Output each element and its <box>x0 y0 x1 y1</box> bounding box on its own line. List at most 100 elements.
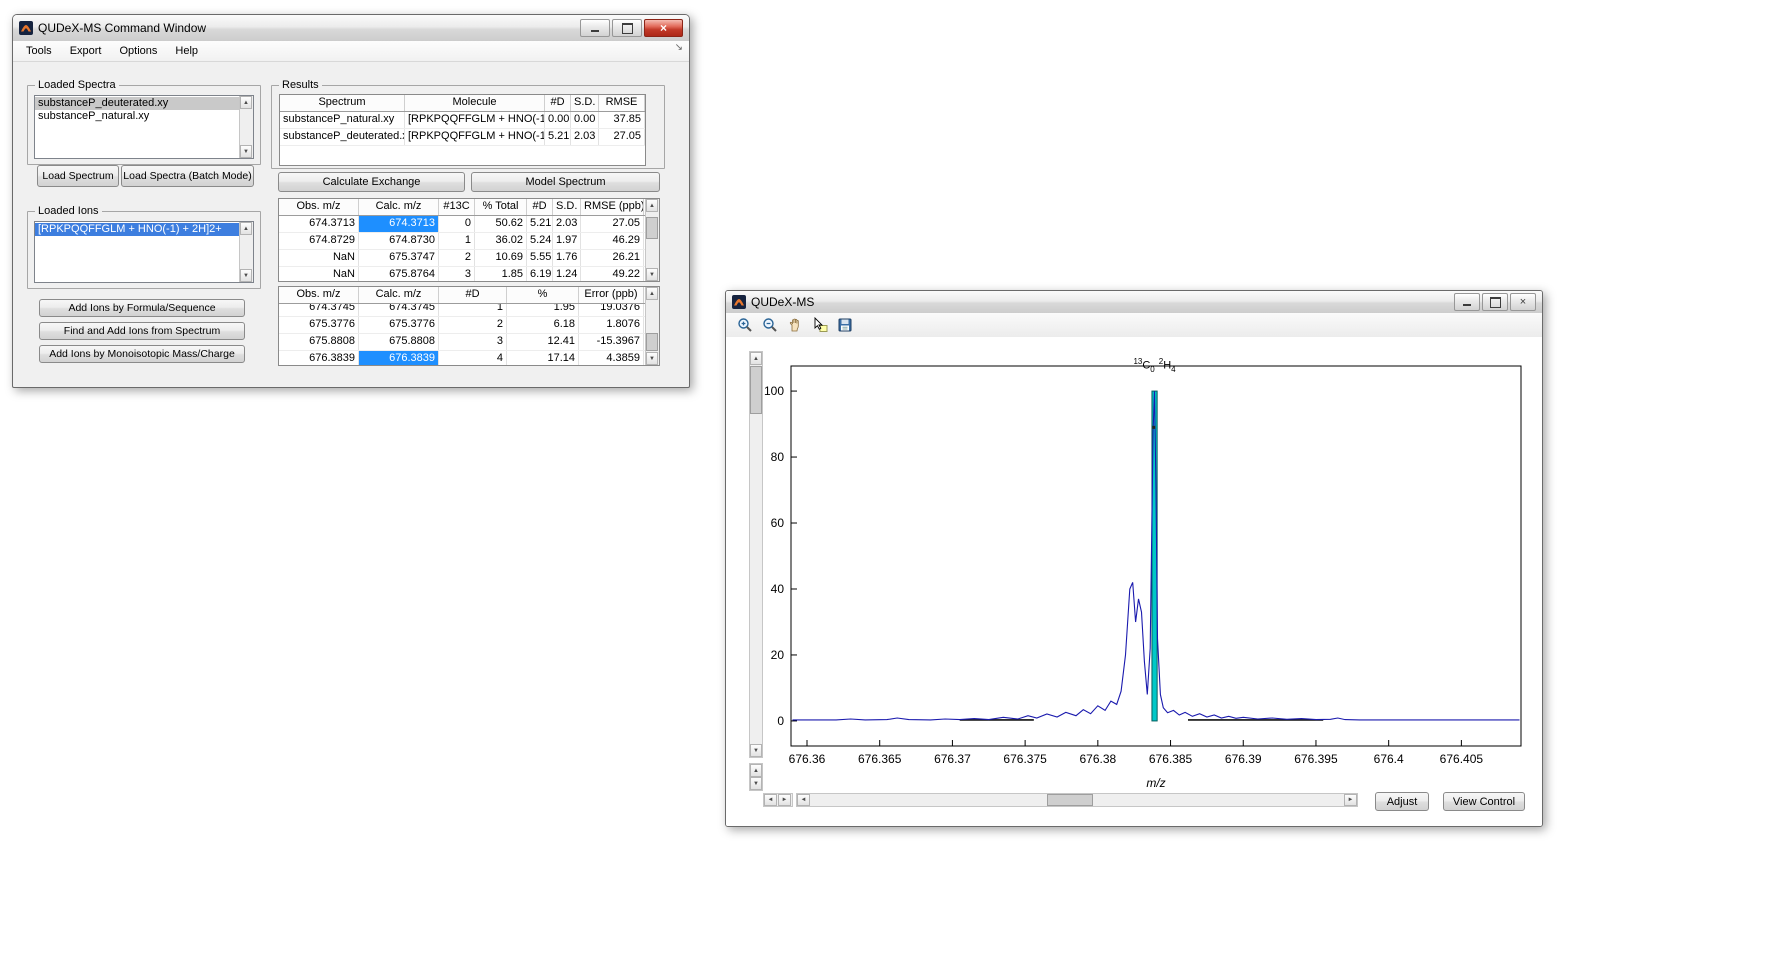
column-header[interactable]: % Total <box>475 199 527 215</box>
table-cell[interactable]: 3 <box>439 334 507 350</box>
column-header[interactable]: #D <box>439 287 507 303</box>
scroll-up-button[interactable]: ▲ <box>240 222 252 235</box>
table-cell[interactable]: NaN <box>279 267 359 281</box>
table-cell[interactable]: NaN <box>279 250 359 266</box>
maximize-button[interactable] <box>1482 293 1508 311</box>
table-cell[interactable]: 1.76 <box>553 250 581 266</box>
table-cell[interactable]: 674.8729 <box>279 233 359 249</box>
scroll-up-button[interactable]: ▲ <box>240 96 252 109</box>
column-header[interactable]: RMSE <box>599 95 645 111</box>
table-cell[interactable]: 676.3839 <box>359 351 439 365</box>
table-cell[interactable]: 0.00 <box>571 112 599 128</box>
table-cell[interactable]: substanceP_deuterated.xy <box>280 129 405 145</box>
vertical-scrollbar[interactable]: ▲ ▼ <box>239 96 253 158</box>
table-cell[interactable]: 1.8076 <box>579 317 644 333</box>
minimize-button[interactable] <box>580 19 610 37</box>
scrollbar-thumb[interactable] <box>646 217 658 239</box>
column-header[interactable]: Error (ppb) <box>579 287 644 303</box>
table-cell[interactable]: 5.55 <box>527 250 553 266</box>
pan-button[interactable] <box>784 315 806 335</box>
table-cell[interactable]: [RPKPQQFFGLM + HNO(-1) + ... <box>405 129 545 145</box>
table-cell[interactable]: 2.03 <box>553 216 581 232</box>
save-button[interactable] <box>834 315 856 335</box>
list-item[interactable]: substanceP_deuterated.xy <box>35 97 239 110</box>
menu-export[interactable]: Export <box>61 43 111 59</box>
table-cell[interactable]: 674.3713 <box>359 216 439 232</box>
zoom-in-button[interactable] <box>734 315 756 335</box>
add-ions-formula-button[interactable]: Add Ions by Formula/Sequence <box>39 299 245 317</box>
command-window-titlebar[interactable]: QUDeX-MS Command Window × <box>13 15 689 42</box>
table-cell[interactable]: -15.3967 <box>579 334 644 350</box>
scroll-left-button[interactable]: ◄ <box>797 794 810 806</box>
table-cell[interactable]: 5.24 <box>527 233 553 249</box>
table-cell[interactable]: 2 <box>439 250 475 266</box>
table-cell[interactable]: 674.8730 <box>359 233 439 249</box>
list-item[interactable]: [RPKPQQFFGLM + HNO(-1) + 2H]2+ <box>35 223 239 236</box>
menubar-dock-icon[interactable]: ↘ <box>675 42 683 53</box>
table-cell[interactable]: 4.3859 <box>579 351 644 365</box>
column-header[interactable]: S.D. <box>571 95 599 111</box>
table-cell[interactable]: 675.8808 <box>279 334 359 350</box>
menu-options[interactable]: Options <box>110 43 166 59</box>
table-cell[interactable]: 19.0376 <box>579 304 644 316</box>
column-header[interactable]: Obs. m/z <box>279 199 359 215</box>
menu-tools[interactable]: Tools <box>17 43 61 59</box>
table-cell[interactable]: 10.69 <box>475 250 527 266</box>
column-header[interactable]: #13C <box>439 199 475 215</box>
zoom-out-button[interactable] <box>759 315 781 335</box>
table-cell[interactable]: 675.8808 <box>359 334 439 350</box>
table-cell[interactable]: 4 <box>439 351 507 365</box>
table-cell[interactable]: 1.97 <box>553 233 581 249</box>
column-header[interactable]: #D <box>527 199 553 215</box>
table-cell[interactable]: 674.3745 <box>279 304 359 316</box>
scroll-down-button[interactable]: ▼ <box>240 269 252 282</box>
table-cell[interactable]: 3 <box>439 267 475 281</box>
table-cell[interactable]: 5.21 <box>545 129 571 145</box>
menu-help[interactable]: Help <box>166 43 207 59</box>
table-cell[interactable]: 26.21 <box>581 250 644 266</box>
table-cell[interactable]: substanceP_natural.xy <box>280 112 405 128</box>
table-cell[interactable]: 6.18 <box>507 317 579 333</box>
find-add-ions-button[interactable]: Find and Add Ions from Spectrum <box>39 322 245 340</box>
calculate-exchange-button[interactable]: Calculate Exchange <box>278 172 465 192</box>
column-header[interactable]: #D <box>545 95 571 111</box>
table-cell[interactable]: 2.03 <box>571 129 599 145</box>
scrollbar-thumb[interactable] <box>1047 794 1093 806</box>
model-spectrum-button[interactable]: Model Spectrum <box>471 172 660 192</box>
load-spectrum-button[interactable]: Load Spectrum <box>37 165 119 187</box>
table-cell[interactable]: 17.14 <box>507 351 579 365</box>
column-header[interactable]: Calc. m/z <box>359 199 439 215</box>
spectrum-plot[interactable]: 676.36 676.365 676.37 676.375 676.38 676.385 6… <box>756 361 1531 806</box>
add-ions-mono-button[interactable]: Add Ions by Monoisotopic Mass/Charge <box>39 345 245 363</box>
column-header[interactable]: Spectrum <box>280 95 405 111</box>
scroll-down-button[interactable]: ▼ <box>240 145 252 158</box>
table-cell[interactable]: 675.8764 <box>359 267 439 281</box>
view-control-button[interactable]: View Control <box>1443 792 1525 811</box>
table-cell[interactable]: 676.3839 <box>279 351 359 365</box>
datatip-button[interactable] <box>809 315 831 335</box>
figure-window-titlebar[interactable]: QUDeX-MS × <box>726 291 1542 314</box>
table-cell[interactable]: 1.85 <box>475 267 527 281</box>
close-button[interactable]: × <box>1510 293 1536 311</box>
minimize-button[interactable] <box>1454 293 1480 311</box>
table-cell[interactable]: 674.3713 <box>279 216 359 232</box>
column-header[interactable]: Calc. m/z <box>359 287 439 303</box>
table-cell[interactable]: 1.95 <box>507 304 579 316</box>
close-button[interactable]: × <box>644 19 683 37</box>
table-cell[interactable]: 37.85 <box>599 112 645 128</box>
vertical-scrollbar[interactable]: ▲ ▼ <box>645 287 659 365</box>
table-cell[interactable]: 6.19 <box>527 267 553 281</box>
table-cell[interactable]: 12.41 <box>507 334 579 350</box>
column-header[interactable]: % <box>507 287 579 303</box>
table-cell[interactable]: 675.3776 <box>279 317 359 333</box>
list-item[interactable]: substanceP_natural.xy <box>35 110 239 123</box>
scroll-down-button[interactable]: ▼ <box>646 352 658 365</box>
table-cell[interactable]: 1 <box>439 304 507 316</box>
column-header[interactable]: RMSE (ppb) <box>581 199 644 215</box>
table-cell[interactable]: 675.3747 <box>359 250 439 266</box>
vertical-scrollbar[interactable]: ▲ ▼ <box>645 199 659 281</box>
step-left-button[interactable]: ◄ <box>764 794 777 806</box>
table-cell[interactable]: 50.62 <box>475 216 527 232</box>
load-spectra-batch-button[interactable]: Load Spectra (Batch Mode) <box>121 165 254 187</box>
table-cell[interactable]: 27.05 <box>581 216 644 232</box>
